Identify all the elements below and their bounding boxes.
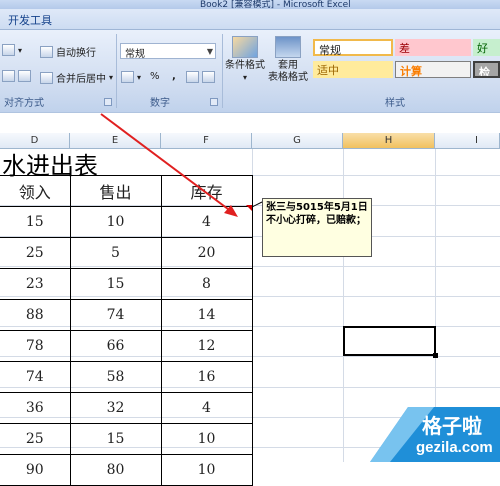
- watermark-url: gezila.com: [416, 439, 493, 456]
- arrow-line: [100, 113, 233, 213]
- watermark-text: 格子啦: [422, 414, 482, 438]
- comment-connector: [251, 201, 263, 208]
- annotation-arrow: [100, 113, 263, 217]
- watermark: 格子啦 gezila.com: [370, 407, 500, 462]
